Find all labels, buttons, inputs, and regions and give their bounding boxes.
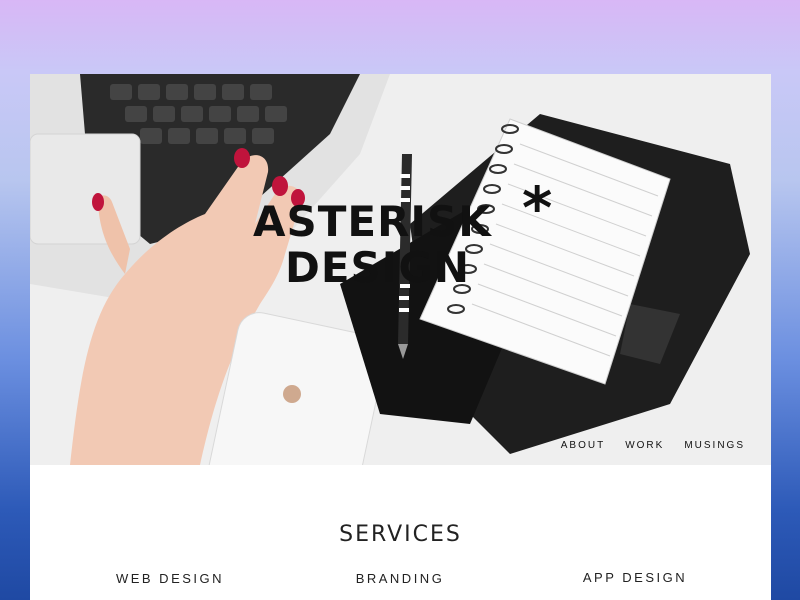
logo-text-asterisk: ASTERISK	[253, 197, 492, 246]
nav-musings[interactable]: MUSINGS	[684, 440, 745, 451]
service-web-design[interactable]: WEB DESIGN	[70, 571, 270, 586]
brand-logo[interactable]: ASTERISK * DESIGN	[253, 179, 553, 292]
services-heading: SERVICES	[339, 522, 462, 547]
asterisk-icon: *	[522, 174, 554, 242]
logo-line-2: DESIGN	[285, 243, 471, 292]
site-card: ASTERISK * DESIGN ABOUT WORK MUSINGS SER…	[30, 74, 771, 600]
main-nav: ABOUT WORK MUSINGS	[561, 440, 745, 451]
hero-image: ASTERISK * DESIGN ABOUT WORK MUSINGS	[30, 74, 771, 465]
nav-work[interactable]: WORK	[625, 440, 664, 451]
service-branding[interactable]: BRANDING	[300, 571, 500, 586]
service-app-design[interactable]: APP DESIGN	[535, 570, 735, 585]
nav-about[interactable]: ABOUT	[561, 440, 605, 451]
logo-line-1: ASTERISK *	[253, 179, 553, 246]
